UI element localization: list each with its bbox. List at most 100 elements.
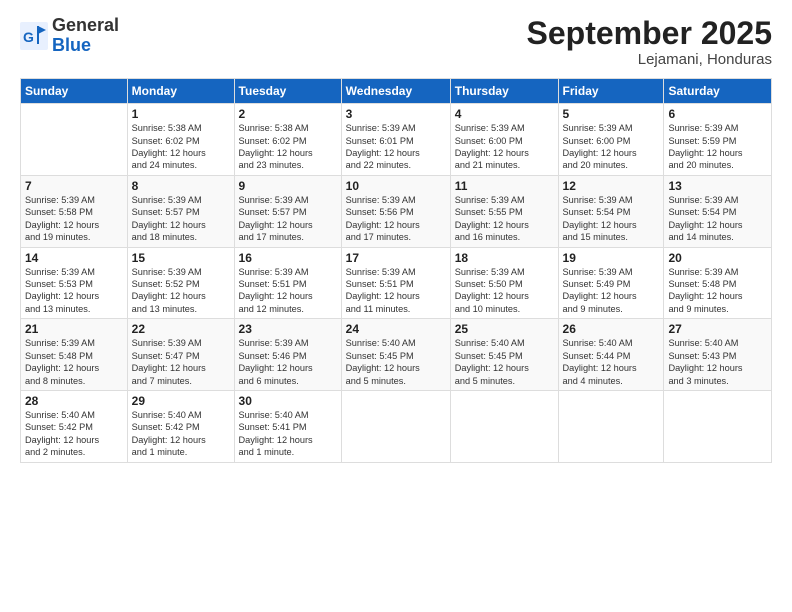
day-info: Sunrise: 5:39 AMSunset: 5:51 PMDaylight:… [239, 266, 337, 316]
day-cell: 8Sunrise: 5:39 AMSunset: 5:57 PMDaylight… [127, 175, 234, 247]
col-header-sunday: Sunday [21, 79, 128, 104]
day-cell [450, 390, 558, 462]
day-cell: 22Sunrise: 5:39 AMSunset: 5:47 PMDayligh… [127, 319, 234, 391]
day-info: Sunrise: 5:39 AMSunset: 6:01 PMDaylight:… [346, 122, 446, 172]
day-number: 22 [132, 322, 230, 336]
day-cell: 19Sunrise: 5:39 AMSunset: 5:49 PMDayligh… [558, 247, 664, 319]
day-cell: 5Sunrise: 5:39 AMSunset: 6:00 PMDaylight… [558, 104, 664, 176]
day-cell [341, 390, 450, 462]
col-header-thursday: Thursday [450, 79, 558, 104]
title-block: September 2025 Lejamani, Honduras [527, 16, 772, 68]
day-cell: 18Sunrise: 5:39 AMSunset: 5:50 PMDayligh… [450, 247, 558, 319]
day-cell: 4Sunrise: 5:39 AMSunset: 6:00 PMDaylight… [450, 104, 558, 176]
day-number: 29 [132, 394, 230, 408]
day-number: 11 [455, 179, 554, 193]
day-info: Sunrise: 5:39 AMSunset: 5:48 PMDaylight:… [25, 337, 123, 387]
day-number: 17 [346, 251, 446, 265]
day-info: Sunrise: 5:39 AMSunset: 5:58 PMDaylight:… [25, 194, 123, 244]
day-number: 5 [563, 107, 660, 121]
day-number: 1 [132, 107, 230, 121]
day-number: 24 [346, 322, 446, 336]
day-info: Sunrise: 5:39 AMSunset: 5:57 PMDaylight:… [239, 194, 337, 244]
day-info: Sunrise: 5:39 AMSunset: 6:00 PMDaylight:… [563, 122, 660, 172]
day-cell: 7Sunrise: 5:39 AMSunset: 5:58 PMDaylight… [21, 175, 128, 247]
day-cell: 20Sunrise: 5:39 AMSunset: 5:48 PMDayligh… [664, 247, 772, 319]
header: G General Blue September 2025 Lejamani, … [20, 16, 772, 68]
day-info: Sunrise: 5:39 AMSunset: 5:47 PMDaylight:… [132, 337, 230, 387]
day-number: 23 [239, 322, 337, 336]
day-number: 25 [455, 322, 554, 336]
day-info: Sunrise: 5:40 AMSunset: 5:45 PMDaylight:… [455, 337, 554, 387]
day-info: Sunrise: 5:39 AMSunset: 5:55 PMDaylight:… [455, 194, 554, 244]
col-header-monday: Monday [127, 79, 234, 104]
day-info: Sunrise: 5:39 AMSunset: 5:46 PMDaylight:… [239, 337, 337, 387]
day-number: 4 [455, 107, 554, 121]
location: Lejamani, Honduras [527, 51, 772, 68]
day-number: 30 [239, 394, 337, 408]
day-info: Sunrise: 5:39 AMSunset: 5:53 PMDaylight:… [25, 266, 123, 316]
day-info: Sunrise: 5:39 AMSunset: 5:56 PMDaylight:… [346, 194, 446, 244]
day-info: Sunrise: 5:39 AMSunset: 6:00 PMDaylight:… [455, 122, 554, 172]
logo-icon: G [20, 22, 48, 50]
day-cell: 26Sunrise: 5:40 AMSunset: 5:44 PMDayligh… [558, 319, 664, 391]
day-number: 9 [239, 179, 337, 193]
day-info: Sunrise: 5:39 AMSunset: 5:54 PMDaylight:… [668, 194, 767, 244]
day-info: Sunrise: 5:39 AMSunset: 5:49 PMDaylight:… [563, 266, 660, 316]
day-cell: 10Sunrise: 5:39 AMSunset: 5:56 PMDayligh… [341, 175, 450, 247]
col-header-friday: Friday [558, 79, 664, 104]
day-cell: 28Sunrise: 5:40 AMSunset: 5:42 PMDayligh… [21, 390, 128, 462]
week-row-2: 7Sunrise: 5:39 AMSunset: 5:58 PMDaylight… [21, 175, 772, 247]
logo-general: General [52, 15, 119, 35]
day-info: Sunrise: 5:40 AMSunset: 5:44 PMDaylight:… [563, 337, 660, 387]
day-cell: 9Sunrise: 5:39 AMSunset: 5:57 PMDaylight… [234, 175, 341, 247]
day-cell: 12Sunrise: 5:39 AMSunset: 5:54 PMDayligh… [558, 175, 664, 247]
week-row-5: 28 Sunrise: 5:40 AMSunset: 5:42 PMDayligh… [21, 390, 772, 462]
logo-text: General Blue [52, 16, 119, 56]
day-number: 2 [239, 107, 337, 121]
header-row: SundayMondayTuesdayWednesdayThursdayFrid… [21, 79, 772, 104]
month-title: September 2025 [527, 16, 772, 51]
week-row-3: 14Sunrise: 5:39 AMSunset: 5:53 PMDayligh… [21, 247, 772, 319]
day-number: 7 [25, 179, 123, 193]
day-cell: 30Sunrise: 5:40 AMSunset: 5:41 PMDayligh… [234, 390, 341, 462]
day-info: Sunrise: 5:39 AMSunset: 5:48 PMDaylight:… [668, 266, 767, 316]
logo: G General Blue [20, 16, 119, 56]
day-info: Sunrise: 5:39 AMSunset: 5:50 PMDaylight:… [455, 266, 554, 316]
day-cell: 13Sunrise: 5:39 AMSunset: 5:54 PMDayligh… [664, 175, 772, 247]
day-cell: 21Sunrise: 5:39 AMSunset: 5:48 PMDayligh… [21, 319, 128, 391]
day-cell: 23Sunrise: 5:39 AMSunset: 5:46 PMDayligh… [234, 319, 341, 391]
day-number: 12 [563, 179, 660, 193]
calendar-table: SundayMondayTuesdayWednesdayThursdayFrid… [20, 78, 772, 462]
day-number: 14 [25, 251, 123, 265]
day-cell: 14Sunrise: 5:39 AMSunset: 5:53 PMDayligh… [21, 247, 128, 319]
day-cell: 29Sunrise: 5:40 AMSunset: 5:42 PMDayligh… [127, 390, 234, 462]
day-number: 28 [25, 394, 123, 408]
day-info: Sunrise: 5:39 AMSunset: 5:51 PMDaylight:… [346, 266, 446, 316]
day-number: 16 [239, 251, 337, 265]
col-header-saturday: Saturday [664, 79, 772, 104]
day-cell: 6Sunrise: 5:39 AMSunset: 5:59 PMDaylight… [664, 104, 772, 176]
day-cell: 16Sunrise: 5:39 AMSunset: 5:51 PMDayligh… [234, 247, 341, 319]
week-row-1: 1Sunrise: 5:38 AMSunset: 6:02 PMDaylight… [21, 104, 772, 176]
day-cell: 24Sunrise: 5:40 AMSunset: 5:45 PMDayligh… [341, 319, 450, 391]
day-number: 3 [346, 107, 446, 121]
day-info: Sunrise: 5:40 AMSunset: 5:45 PMDaylight:… [346, 337, 446, 387]
day-info: Sunrise: 5:40 AMSunset: 5:42 PMDaylight:… [132, 409, 230, 459]
day-cell: 17Sunrise: 5:39 AMSunset: 5:51 PMDayligh… [341, 247, 450, 319]
day-info: Sunrise: 5:38 AMSunset: 6:02 PMDaylight:… [132, 122, 230, 172]
day-info: Sunrise: 5:39 AMSunset: 5:52 PMDaylight:… [132, 266, 230, 316]
day-number: 21 [25, 322, 123, 336]
logo-blue: Blue [52, 35, 91, 55]
day-cell [558, 390, 664, 462]
day-cell [664, 390, 772, 462]
day-number: 18 [455, 251, 554, 265]
day-cell: 11Sunrise: 5:39 AMSunset: 5:55 PMDayligh… [450, 175, 558, 247]
day-number: 27 [668, 322, 767, 336]
day-info: Sunrise: 5:39 AMSunset: 5:54 PMDaylight:… [563, 194, 660, 244]
day-number: 8 [132, 179, 230, 193]
day-number: 6 [668, 107, 767, 121]
day-info: Sunrise: 5:39 AMSunset: 5:57 PMDaylight:… [132, 194, 230, 244]
day-info: Sunrise: 5:40 AMSunset: 5:43 PMDaylight:… [668, 337, 767, 387]
day-number: 20 [668, 251, 767, 265]
day-number: 26 [563, 322, 660, 336]
